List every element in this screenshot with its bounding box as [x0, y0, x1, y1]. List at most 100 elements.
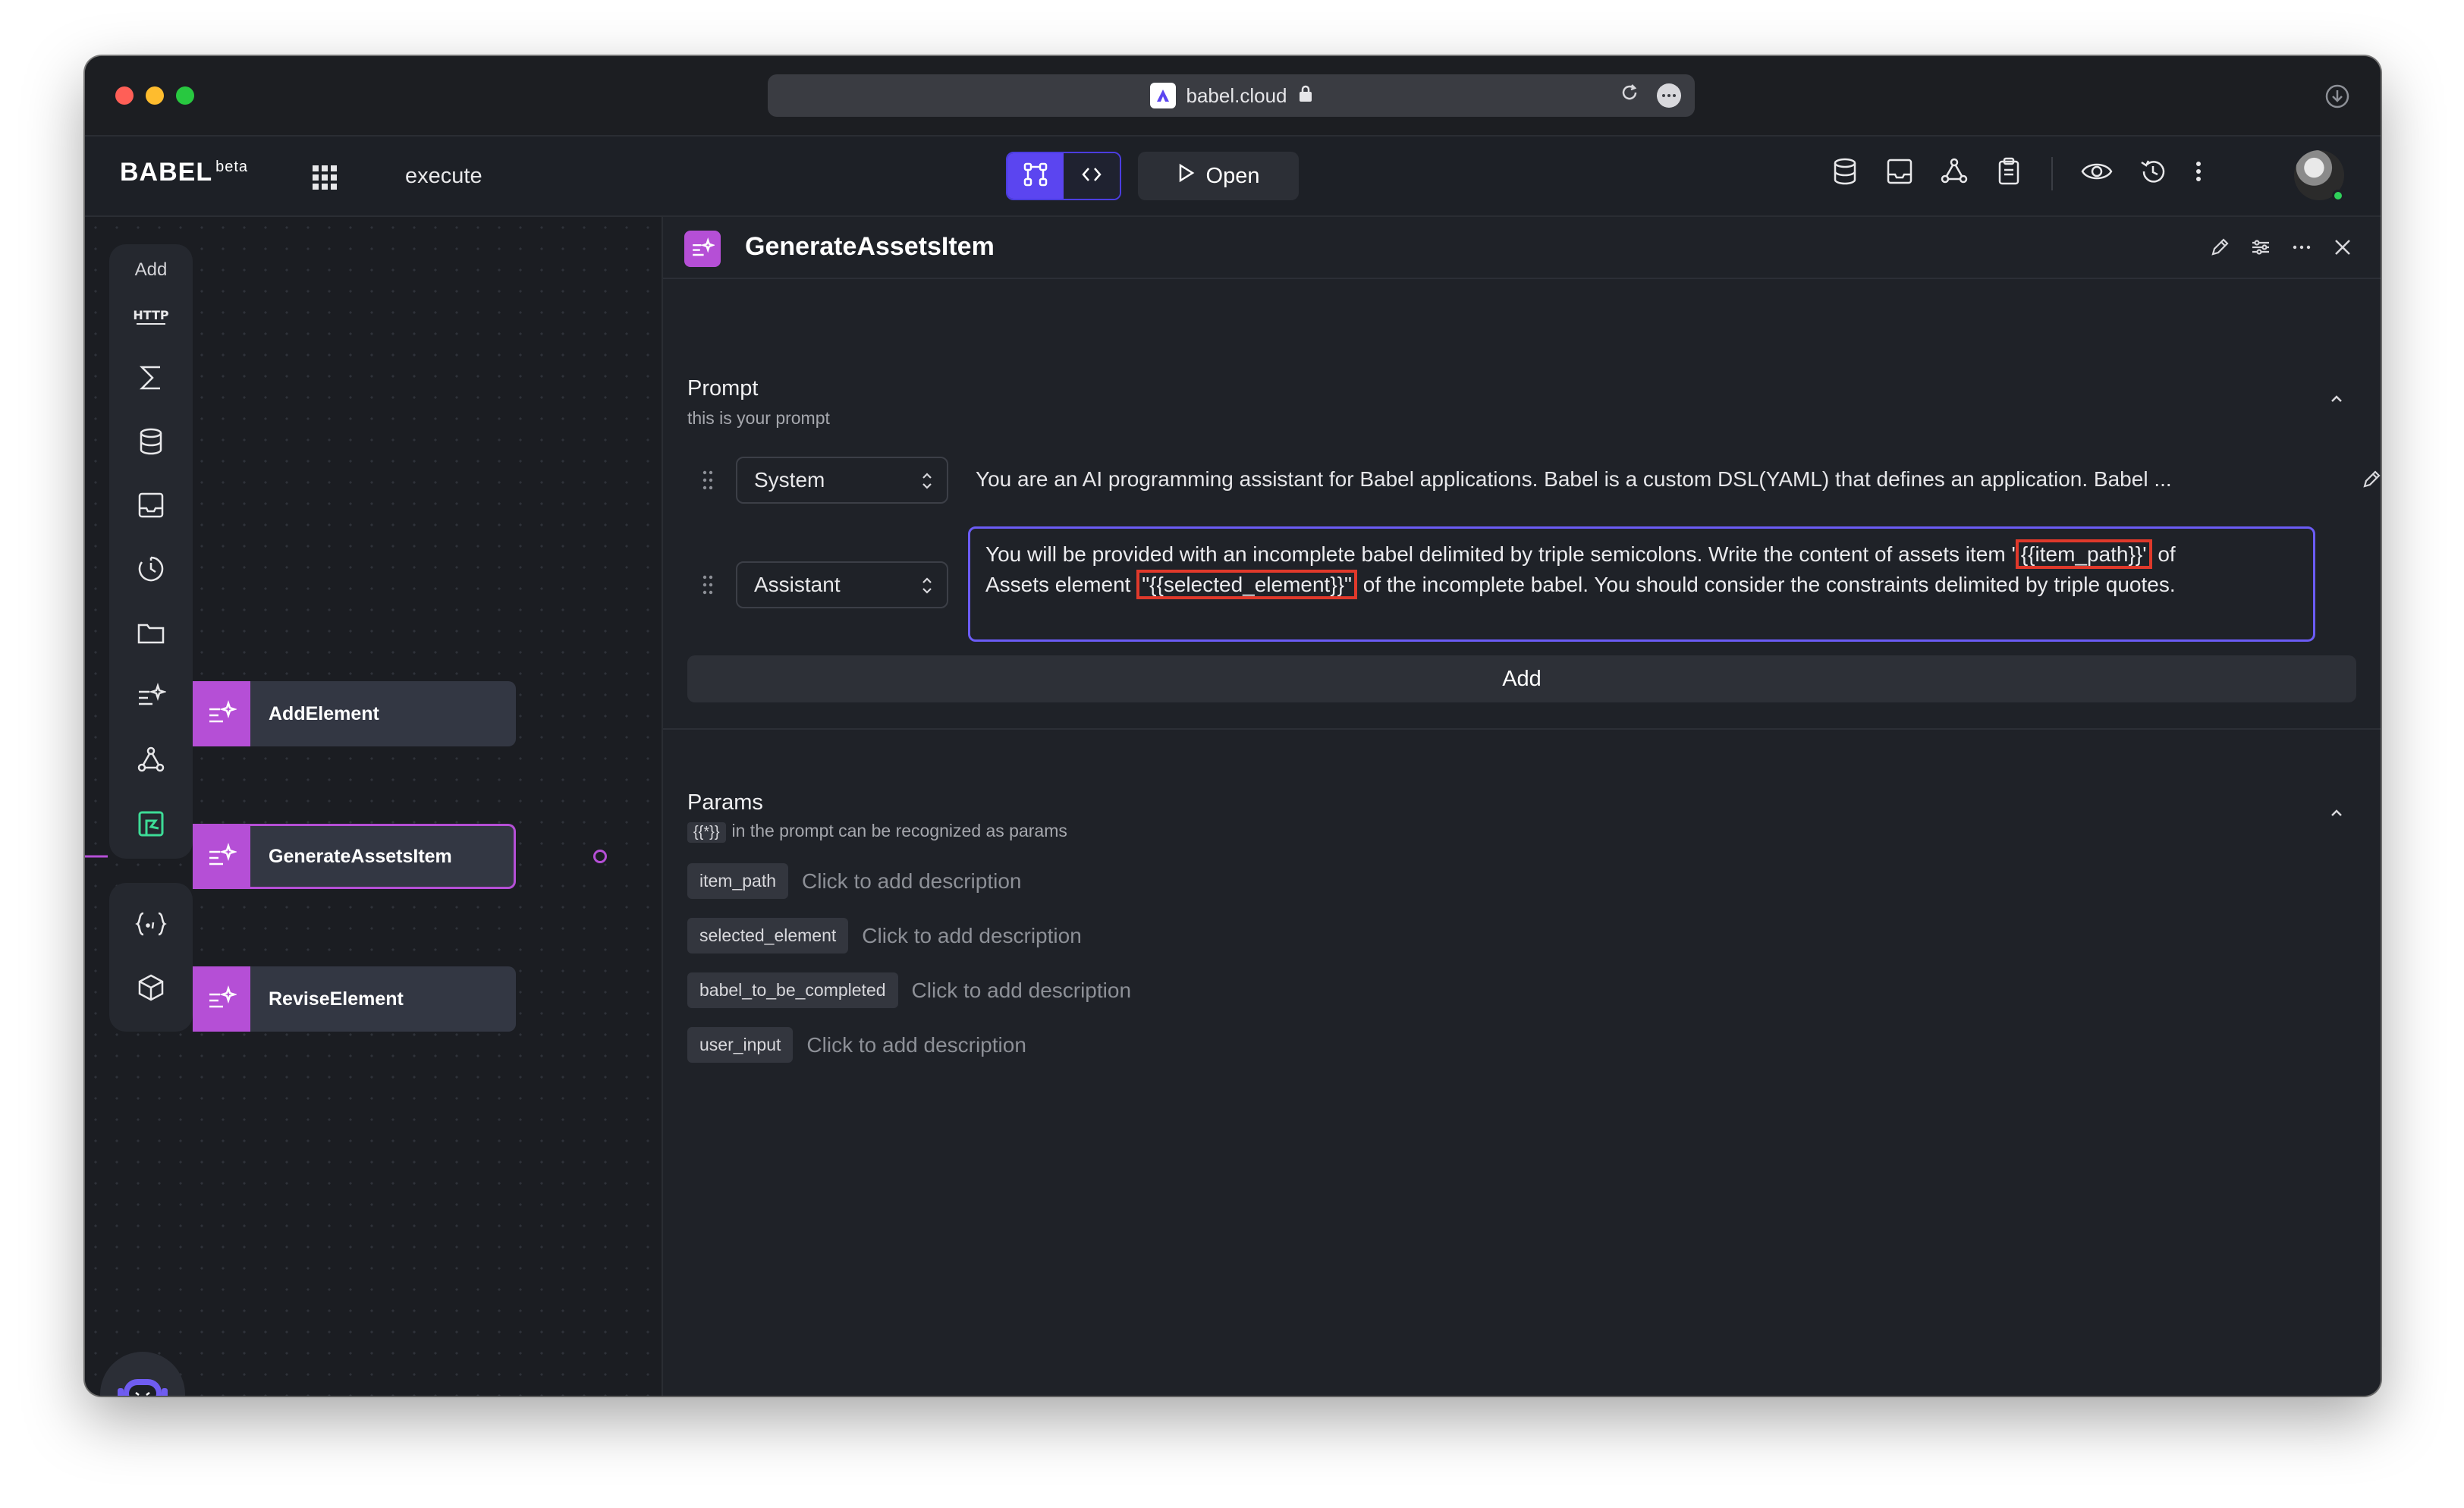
http-icon[interactable]: HTTP	[133, 297, 169, 334]
database-icon[interactable]	[133, 423, 169, 460]
params-section-subtitle: {{*}} in the prompt can be recognized as …	[687, 821, 1067, 843]
url-text: babel.cloud	[1186, 83, 1287, 107]
role-select-value: Assistant	[754, 573, 841, 596]
node-generate-assets-item[interactable]: GenerateAssetsItem	[193, 824, 516, 889]
flow-view-button[interactable]	[1007, 153, 1064, 199]
param-description-input[interactable]: Click to add description	[802, 869, 1021, 894]
prompt-message-row: System You are an AI programming assista…	[663, 457, 2381, 504]
message-textarea[interactable]: You will be provided with an incomplete …	[968, 526, 2315, 642]
cube-icon[interactable]	[133, 969, 169, 1006]
kebab-menu-icon[interactable]	[2192, 156, 2205, 190]
reload-icon[interactable]	[1619, 82, 1640, 108]
settings-sliders-icon[interactable]	[2250, 237, 2271, 262]
param-description-input[interactable]: Click to add description	[862, 924, 1081, 948]
param-row: babel_to_be_completed Click to add descr…	[687, 972, 1131, 1008]
flow-view-icon	[1023, 162, 1048, 191]
add-message-button[interactable]: Add	[687, 655, 2356, 702]
message-text-segment: of the incomplete babel. You should cons…	[1356, 573, 2176, 596]
more-options-icon[interactable]	[1657, 83, 1681, 108]
param-highlight-item-path: {{item_path}}'	[2015, 539, 2152, 569]
message-text-segment: Assets element	[985, 573, 1137, 596]
address-bar[interactable]: babel.cloud	[768, 74, 1695, 117]
browser-window: babel.cloud BABEL beta execute Open Add …	[85, 56, 2381, 1396]
node-label: AddElement	[269, 702, 379, 724]
triangle-graph-icon[interactable]	[133, 742, 169, 778]
param-name: selected_element	[687, 918, 849, 953]
close-window-button[interactable]	[115, 86, 134, 105]
param-name: babel_to_be_completed	[687, 972, 898, 1008]
site-favicon-icon	[1149, 83, 1176, 108]
apps-grid-icon[interactable]	[313, 165, 337, 193]
database-icon[interactable]	[1830, 156, 1860, 190]
maximize-window-button[interactable]	[176, 86, 194, 105]
code-view-button[interactable]	[1064, 153, 1120, 199]
param-description-input[interactable]: Click to add description	[806, 1033, 1026, 1057]
param-row: selected_element Click to add descriptio…	[687, 918, 1082, 953]
param-highlight-selected-element: "{{selected_element}}"	[1136, 570, 1357, 599]
header-divider	[2051, 156, 2053, 190]
braces-icon[interactable]	[133, 906, 169, 942]
minimize-window-button[interactable]	[146, 86, 164, 105]
babel-logo[interactable]: BABEL beta	[120, 158, 248, 187]
panel-title: GenerateAssetsItem	[745, 232, 995, 261]
edit-pencil-icon[interactable]	[2361, 469, 2381, 494]
drag-handle-icon[interactable]	[701, 469, 715, 495]
message-text[interactable]: You are an AI programming assistant for …	[976, 467, 2172, 492]
role-select[interactable]: Assistant	[736, 561, 948, 608]
edit-pencil-icon[interactable]	[2209, 237, 2230, 262]
ai-prompt-icon	[193, 681, 250, 746]
param-name: item_path	[687, 863, 789, 899]
play-icon	[1177, 163, 1196, 189]
chevron-updown-icon	[919, 470, 935, 497]
clock-icon[interactable]	[133, 551, 169, 587]
ai-prompt-icon	[193, 824, 250, 889]
flow-icon[interactable]	[133, 806, 169, 842]
open-button[interactable]: Open	[1138, 152, 1299, 200]
folder-icon[interactable]	[133, 614, 169, 651]
node-revise-element[interactable]: ReviseElement	[193, 966, 516, 1032]
node-detail-panel: GenerateAssetsItem Prompt this is your p…	[662, 217, 2381, 1396]
params-section-title: Params	[687, 790, 763, 815]
param-row: item_path Click to add description	[687, 863, 1022, 899]
section-divider	[663, 728, 2381, 730]
ai-prompt-icon	[193, 966, 250, 1032]
inbox-icon[interactable]	[1884, 156, 1915, 190]
chevron-up-icon[interactable]	[2326, 388, 2347, 410]
header-tools	[1830, 156, 2205, 190]
download-icon[interactable]	[2324, 83, 2350, 113]
close-icon[interactable]	[2332, 237, 2353, 262]
inbox-icon[interactable]	[133, 487, 169, 523]
online-status-indicator	[2332, 190, 2344, 202]
prompt-section-subtitle: this is your prompt	[687, 408, 830, 428]
node-label: GenerateAssetsItem	[269, 845, 452, 867]
app-header: BABEL beta execute Open	[85, 137, 2381, 217]
chevron-updown-icon	[919, 575, 935, 602]
role-select[interactable]: System	[736, 457, 948, 504]
project-name[interactable]: execute	[405, 164, 482, 189]
code-icon	[1079, 162, 1105, 191]
add-toolbar: Add HTTP	[109, 244, 193, 859]
preview-eye-icon[interactable]	[2080, 156, 2114, 190]
chevron-up-icon[interactable]	[2326, 803, 2347, 824]
param-description-input[interactable]: Click to add description	[912, 979, 1131, 1003]
sigma-icon[interactable]	[133, 360, 169, 396]
clipboard-icon[interactable]	[1994, 156, 2024, 190]
robot-icon	[116, 1370, 169, 1396]
node-add-element[interactable]: AddElement	[193, 681, 516, 746]
browser-titlebar: babel.cloud	[85, 56, 2381, 137]
more-horizontal-icon[interactable]	[2291, 237, 2312, 262]
role-select-value: System	[754, 468, 825, 492]
node-output-port[interactable]	[593, 850, 607, 863]
prompt-section-title: Prompt	[687, 376, 759, 401]
view-mode-toggle[interactable]	[1006, 152, 1121, 200]
drag-handle-icon[interactable]	[701, 573, 715, 600]
params-subtitle-text: in the prompt can be recognized as param…	[731, 821, 1067, 840]
panel-header-divider	[663, 278, 2381, 279]
ai-prompt-icon	[684, 231, 721, 267]
node-label: ReviseElement	[269, 988, 404, 1010]
ai-prompt-icon[interactable]	[133, 678, 169, 715]
triangle-graph-icon[interactable]	[1939, 156, 1969, 190]
history-icon[interactable]	[2138, 156, 2168, 190]
flow-canvas[interactable]: Add HTTP AddElement GenerateAssetsItem R…	[85, 217, 662, 1396]
open-label: Open	[1205, 163, 1260, 188]
